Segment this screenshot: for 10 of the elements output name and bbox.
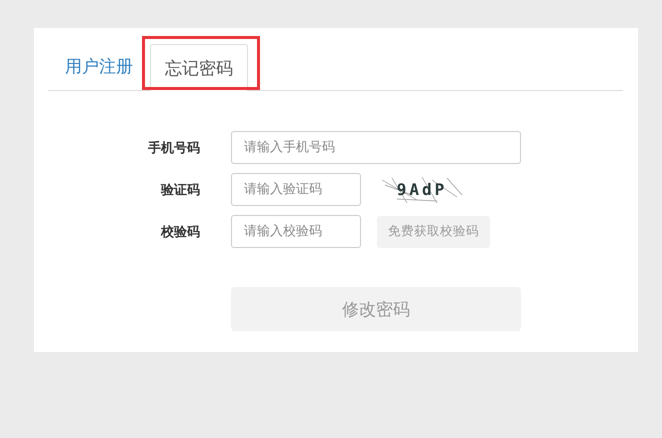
- input-field[interactable]: 请输入验证码: [231, 173, 361, 206]
- get-code-button[interactable]: 免费获取校验码: [377, 216, 490, 248]
- field-label: 校验码: [160, 224, 200, 240]
- captcha-image[interactable]: 9AdP: [377, 174, 467, 204]
- captcha-text: 9AdP: [396, 180, 448, 199]
- field-label: 验证码: [160, 182, 200, 198]
- input-field[interactable]: 请输入校验码: [231, 215, 361, 248]
- input-field[interactable]: 请输入手机号码: [231, 131, 521, 164]
- tab[interactable]: 忘记密码: [150, 44, 248, 91]
- field-label: 手机号码: [147, 140, 200, 156]
